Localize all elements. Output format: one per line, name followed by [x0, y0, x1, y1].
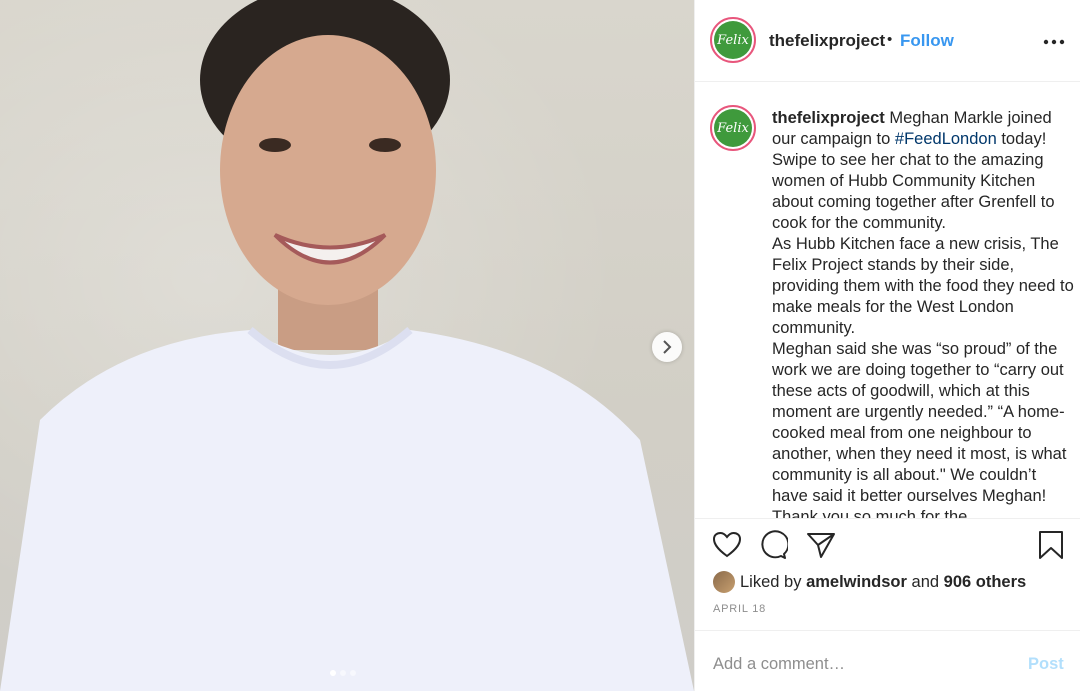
avatar[interactable]: Felix [710, 17, 756, 63]
carousel-dot [350, 670, 356, 676]
post-photo [0, 0, 694, 691]
hashtag-link[interactable]: #FeedLondon [895, 130, 997, 148]
share-icon[interactable] [806, 530, 838, 562]
caption-paragraph: As Hubb Kitchen face a new crisis, The F… [772, 235, 1074, 337]
comments-section[interactable]: Felix thefelixproject Meghan Markle join… [695, 83, 1080, 519]
post-header: Felix thefelixproject • Follow [695, 0, 1080, 82]
carousel-dot [330, 670, 336, 676]
likes-prefix: Liked by [740, 572, 802, 591]
chevron-right-icon [663, 340, 672, 354]
avatar-logo: Felix [714, 109, 752, 147]
bookmark-icon[interactable] [1037, 530, 1069, 562]
post-sidebar: Felix thefelixproject • Follow Felix the… [694, 0, 1080, 691]
post-date[interactable]: APRIL 18 [713, 603, 766, 615]
carousel-dot [340, 670, 346, 676]
post-media[interactable] [0, 0, 694, 691]
post-button[interactable]: Post [1028, 655, 1064, 674]
post-caption: thefelixproject Meghan Markle joined our… [772, 108, 1074, 519]
more-options-icon[interactable] [1043, 28, 1065, 51]
avatar-logo: Felix [714, 21, 752, 59]
next-slide-button[interactable] [652, 332, 682, 362]
separator: • [887, 31, 893, 48]
caption-paragraph: Meghan said she was “so proud” of the wo… [772, 340, 1067, 519]
username-link[interactable]: thefelixproject [769, 31, 885, 51]
comment-icon[interactable] [758, 530, 790, 562]
comment-bar: Add a comment… Post [695, 630, 1080, 691]
carousel-indicator [330, 670, 356, 676]
caption-avatar[interactable]: Felix [710, 105, 756, 151]
caption-username[interactable]: thefelixproject [772, 109, 885, 127]
liker-avatar[interactable] [713, 571, 735, 593]
follow-button[interactable]: Follow [900, 31, 954, 51]
action-bar [695, 530, 1080, 566]
heart-icon[interactable] [712, 530, 744, 562]
likes-middle: and [911, 572, 940, 591]
likes-count[interactable]: 906 others [944, 573, 1027, 592]
liker-username[interactable]: amelwindsor [806, 573, 907, 592]
likes-summary: Liked by amelwindsor and 906 others [713, 570, 1026, 594]
comment-input[interactable]: Add a comment… [713, 655, 845, 674]
